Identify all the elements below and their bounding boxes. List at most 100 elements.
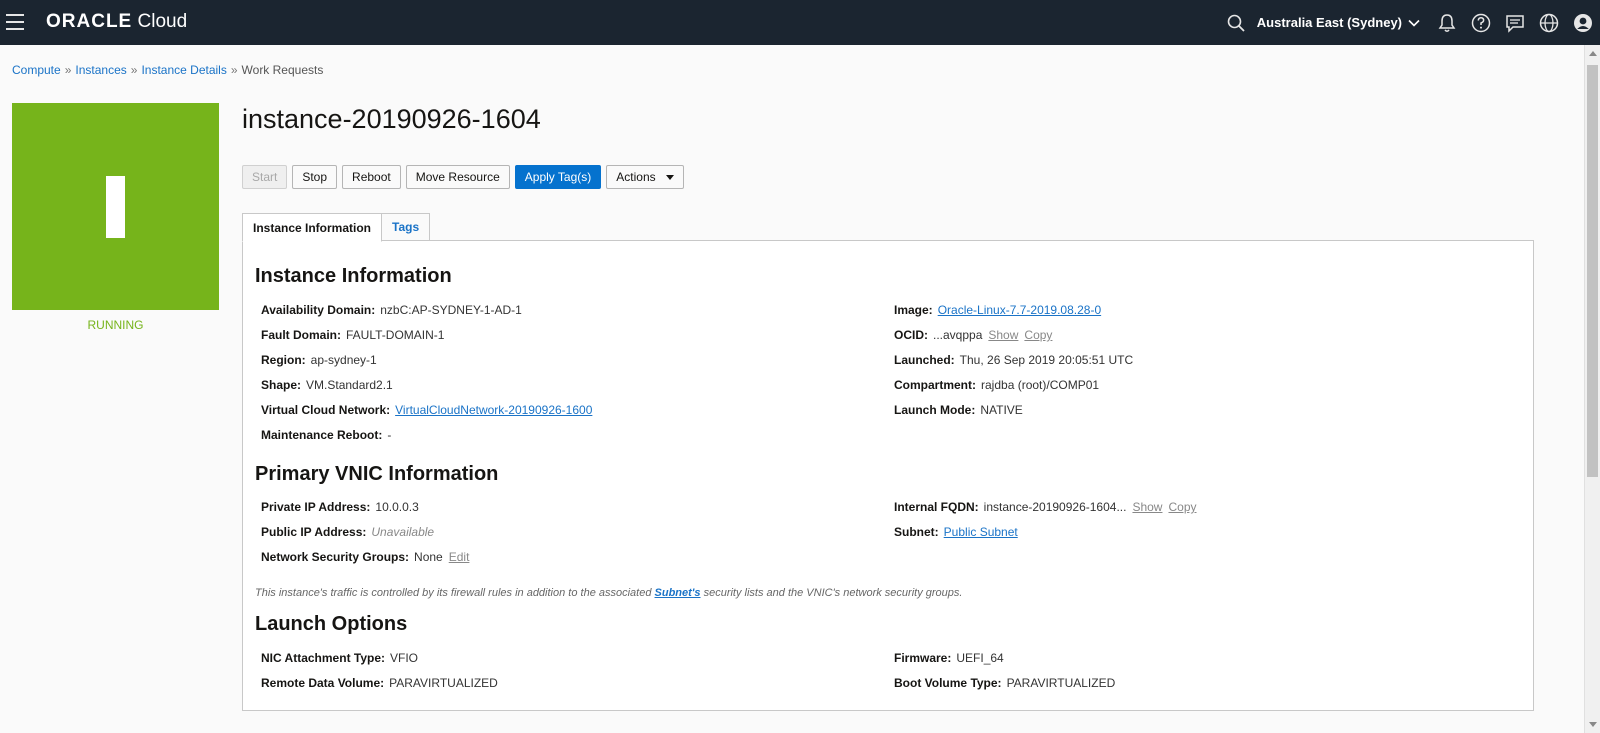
scroll-up-arrow[interactable]	[1589, 51, 1597, 56]
field-value: -	[387, 428, 392, 442]
action-toolbar: Start Stop Reboot Move Resource Apply Ta…	[242, 165, 684, 189]
field-label: NIC Attachment Type:	[261, 651, 386, 665]
field-value: ...avqppa	[933, 328, 983, 342]
field-launch-mode: Launch Mode: NATIVE	[894, 403, 1023, 417]
tab-tags[interactable]: Tags	[382, 213, 431, 241]
instance-details-panel: Instance Information Availability Domain…	[242, 240, 1534, 711]
firewall-note: This instance's traffic is controlled by…	[255, 587, 962, 599]
breadcrumb: Compute» Instances» Instance Details» Work …	[12, 63, 323, 77]
user-icon[interactable]	[1566, 0, 1600, 45]
chat-icon[interactable]	[1498, 0, 1532, 45]
field-label: Availability Domain:	[261, 303, 376, 317]
field-label: Compartment:	[894, 378, 977, 392]
section-title-instance-information: Instance Information	[255, 265, 452, 287]
field-region: Region: ap-sydney-1	[261, 353, 377, 367]
image-link[interactable]: Oracle-Linux-7.7-2019.08.28-0	[938, 303, 1101, 317]
vcn-link[interactable]: VirtualCloudNetwork-20190926-1600	[395, 403, 592, 417]
field-compartment: Compartment: rajdba (root)/COMP01	[894, 378, 1099, 392]
field-label: Remote Data Volume:	[261, 676, 385, 690]
note-text-post: security lists and the VNIC's network se…	[700, 587, 963, 599]
section-title-primary-vnic: Primary VNIC Information	[255, 463, 499, 485]
scroll-down-arrow[interactable]	[1589, 722, 1597, 727]
status-badge: RUNNING	[87, 318, 144, 332]
field-value: 10.0.0.3	[375, 500, 419, 514]
field-value: VM.Standard2.1	[306, 378, 393, 392]
help-icon[interactable]	[1464, 0, 1498, 45]
field-remote-data-volume: Remote Data Volume: PARAVIRTUALIZED	[261, 676, 498, 690]
stop-button[interactable]: Stop	[292, 165, 338, 189]
nsg-edit-link[interactable]: Edit	[449, 550, 470, 564]
breadcrumb-separator: »	[130, 63, 138, 77]
region-selector[interactable]: Australia East (Sydney)	[1253, 15, 1430, 30]
field-value: Thu, 26 Sep 2019 20:05:51 UTC	[959, 353, 1134, 367]
breadcrumb-separator: »	[230, 63, 238, 77]
subnets-link[interactable]: Subnet's	[655, 587, 701, 599]
actions-dropdown[interactable]: Actions	[606, 165, 684, 189]
breadcrumb-instances[interactable]: Instances	[75, 63, 126, 77]
field-label: Maintenance Reboot:	[261, 428, 383, 442]
field-value: rajdba (root)/COMP01	[981, 378, 1100, 392]
field-internal-fqdn: Internal FQDN: instance-20190926-1604... S…	[894, 500, 1197, 514]
field-image: Image: Oracle-Linux-7.7-2019.08.28-0	[894, 303, 1101, 317]
field-label: Public IP Address:	[261, 525, 367, 539]
field-private-ip: Private IP Address: 10.0.0.3	[261, 500, 419, 514]
menu-icon[interactable]	[6, 12, 24, 32]
field-value: None	[414, 550, 443, 564]
actions-label: Actions	[616, 170, 656, 184]
field-label: Subnet:	[894, 525, 939, 539]
field-label: Firmware:	[894, 651, 952, 665]
field-value: NATIVE	[980, 403, 1023, 417]
search-icon[interactable]	[1219, 0, 1253, 45]
field-value: nzbC:AP-SYDNEY-1-AD-1	[380, 303, 522, 317]
instance-tile-letter	[106, 176, 125, 238]
tab-instance-information[interactable]: Instance Information	[242, 213, 383, 242]
bell-icon[interactable]	[1430, 0, 1464, 45]
field-availability-domain: Availability Domain: nzbC:AP-SYDNEY-1-AD-…	[261, 303, 522, 317]
field-label: Launched:	[894, 353, 955, 367]
fqdn-show-link[interactable]: Show	[1132, 500, 1162, 514]
globe-icon[interactable]	[1532, 0, 1566, 45]
field-firmware: Firmware: UEFI_64	[894, 651, 1004, 665]
field-launched: Launched: Thu, 26 Sep 2019 20:05:51 UTC	[894, 353, 1133, 367]
field-nic-attachment-type: NIC Attachment Type: VFIO	[261, 651, 418, 665]
field-public-ip: Public IP Address: Unavailable	[261, 525, 434, 539]
field-value: VFIO	[390, 651, 419, 665]
region-label: Australia East (Sydney)	[1256, 15, 1402, 30]
fqdn-copy-link[interactable]: Copy	[1168, 500, 1196, 514]
field-label: Image:	[894, 303, 933, 317]
start-button[interactable]: Start	[242, 165, 288, 189]
logo-product: Cloud	[137, 11, 188, 32]
field-value: ap-sydney-1	[310, 353, 377, 367]
page-scrollbar[interactable]	[1584, 45, 1600, 733]
field-label: Internal FQDN:	[894, 500, 979, 514]
field-label: Private IP Address:	[261, 500, 371, 514]
field-label: Shape:	[261, 378, 302, 392]
field-maintenance-reboot: Maintenance Reboot: -	[261, 428, 391, 442]
ocid-copy-link[interactable]: Copy	[1024, 328, 1052, 342]
field-label: Virtual Cloud Network:	[261, 403, 391, 417]
move-resource-button[interactable]: Move Resource	[405, 165, 510, 189]
scroll-thumb[interactable]	[1587, 65, 1598, 477]
subnet-link[interactable]: Public Subnet	[944, 525, 1018, 539]
reboot-button[interactable]: Reboot	[342, 165, 401, 189]
ocid-show-link[interactable]: Show	[988, 328, 1018, 342]
instance-status-tile	[12, 103, 219, 310]
breadcrumb-separator: »	[64, 63, 72, 77]
field-label: Network Security Groups:	[261, 550, 410, 564]
field-value: FAULT-DOMAIN-1	[346, 328, 445, 342]
tab-bar: Instance Information Tags	[242, 213, 431, 242]
caret-down-icon	[665, 174, 674, 180]
breadcrumb-instance-details[interactable]: Instance Details	[141, 63, 226, 77]
top-navigation-bar: ORACLE Cloud Australia East (Sydney)	[0, 0, 1600, 45]
section-title-launch-options: Launch Options	[255, 613, 408, 635]
apply-tags-button[interactable]: Apply Tag(s)	[514, 165, 602, 189]
field-fault-domain: Fault Domain: FAULT-DOMAIN-1	[261, 328, 444, 342]
breadcrumb-work-requests: Work Requests	[241, 63, 324, 77]
field-value: UEFI_64	[956, 651, 1004, 665]
field-value: Unavailable	[371, 525, 435, 539]
field-boot-volume-type: Boot Volume Type: PARAVIRTUALIZED	[894, 676, 1115, 690]
top-right-controls: Australia East (Sydney)	[1219, 0, 1600, 45]
breadcrumb-compute[interactable]: Compute	[12, 63, 61, 77]
field-label: Launch Mode:	[894, 403, 976, 417]
oracle-cloud-logo[interactable]: ORACLE Cloud	[46, 11, 187, 33]
